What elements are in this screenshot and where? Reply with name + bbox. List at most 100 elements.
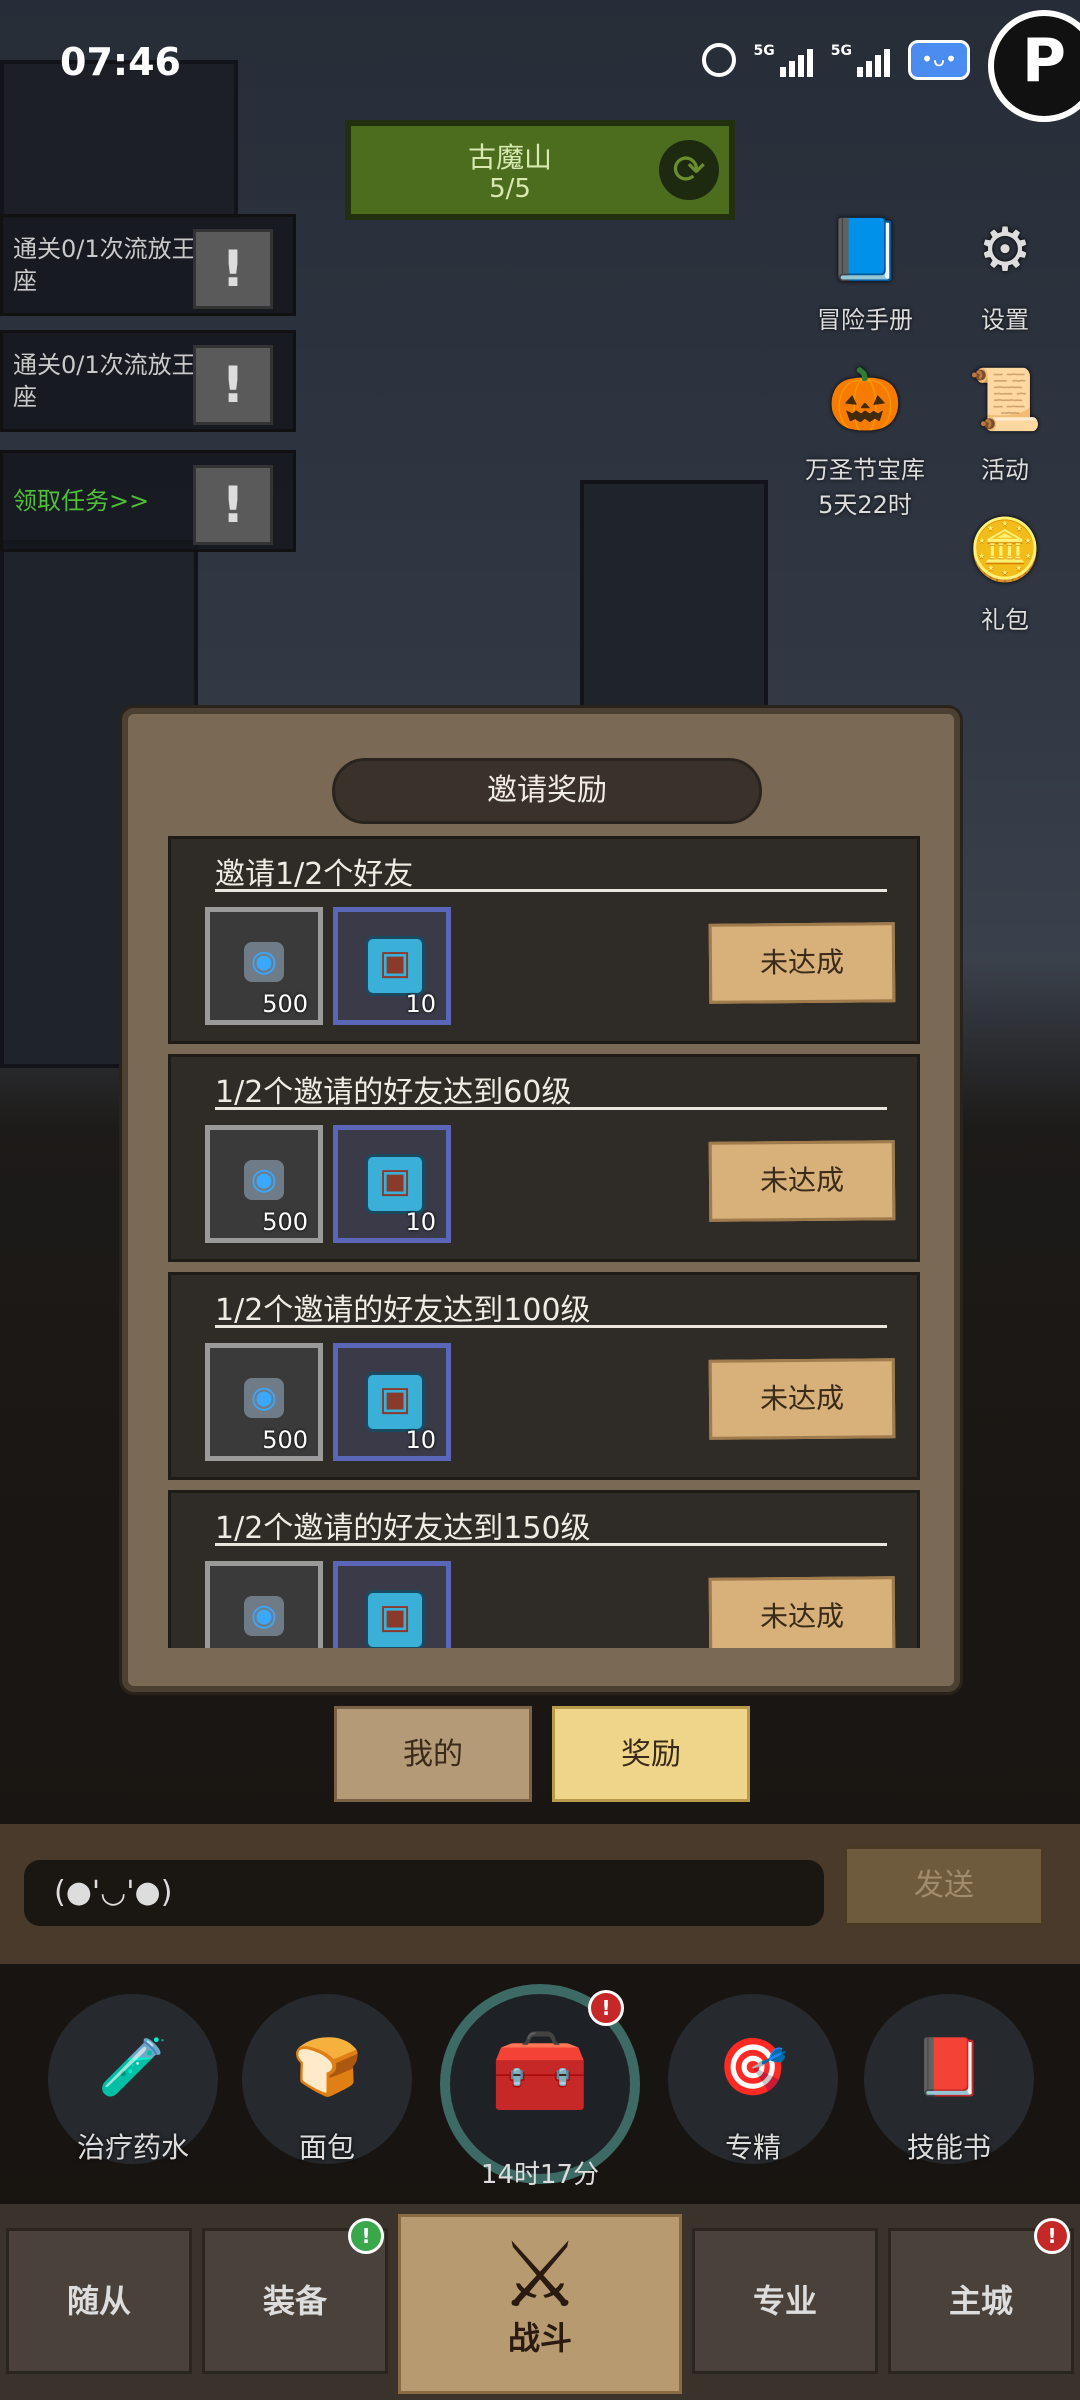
bread-button[interactable]: 🍞 面包 [242, 1994, 412, 2164]
claim-button[interactable]: 未达成 [708, 922, 896, 1004]
tab-rewards[interactable]: 奖励 [552, 1706, 750, 1802]
signal-icon: 5G [754, 43, 813, 77]
adventure-manual-button[interactable]: 📘 冒险手册 [800, 200, 930, 335]
reward-item[interactable]: ◉ [205, 1561, 323, 1648]
quest-text: 通关0/1次流放王座 [13, 235, 196, 295]
chat-input[interactable]: (●'◡'●) [24, 1860, 824, 1926]
nav-battle[interactable]: ⚔ 战斗 [398, 2214, 682, 2394]
quick-label: 治疗药水 [76, 2131, 189, 2164]
skill-book-button[interactable]: 📕 技能书 [864, 1994, 1034, 2164]
exclamation-icon: ! [193, 465, 273, 545]
quick-label: 技能书 [906, 2131, 991, 2164]
reward-condition: 1/2个邀请的好友达到100级 [215, 1293, 591, 1328]
reward-item[interactable]: ▣ 10 [333, 907, 451, 1025]
reward-list[interactable]: 邀请1/2个好友 ◉ 500 ▣ 10 未达成 1/2个邀请的好友达到60级 ◉ 50… [168, 836, 920, 1648]
reward-row: 1/2个邀请的好友达到60级 ◉ 500 ▣ 10 未达成 [168, 1054, 920, 1262]
item-quantity: 10 [405, 1426, 436, 1454]
claim-button[interactable]: 未达成 [708, 1140, 896, 1222]
quest-item[interactable]: 通关0/1次流放王座 ! [0, 214, 296, 316]
menu-sublabel: 5天22时 [818, 491, 912, 519]
quick-label: 面包 [298, 2131, 355, 2164]
stone-icon: ◉ [244, 1160, 284, 1200]
stone-icon: ◉ [244, 1596, 284, 1636]
city-alert-badge: ! [1034, 2218, 1070, 2254]
invite-rewards-dialog: 邀请奖励 邀请1/2个好友 ◉ 500 ▣ 10 未达成 1/2个邀请的好友达到60… [122, 708, 960, 1692]
menu-label: 万圣节宝库 [805, 456, 925, 484]
gear-icon: ⚙ [978, 215, 1032, 285]
exclamation-icon: ! [193, 229, 273, 309]
target-icon: 🎯 [718, 2035, 788, 2100]
item-quantity: 500 [262, 1426, 308, 1454]
box-creature-icon: ▣ [365, 936, 425, 996]
stone-icon: ◉ [244, 942, 284, 982]
quick-label: 专精 [724, 2131, 781, 2164]
book-icon: 📘 [827, 215, 903, 285]
halloween-vault-button[interactable]: 🎃 万圣节宝库 5天22时 [800, 350, 930, 520]
specialization-button[interactable]: 🎯 专精 [668, 1994, 838, 2164]
map-banner[interactable]: 古魔山 5/5 ⟳ [345, 120, 735, 220]
reward-item[interactable]: ◉ 500 [205, 907, 323, 1025]
send-button[interactable]: 发送 [844, 1846, 1044, 1926]
reward-row: 邀请1/2个好友 ◉ 500 ▣ 10 未达成 [168, 836, 920, 1044]
item-quantity: 500 [262, 990, 308, 1018]
quest-item[interactable]: 通关0/1次流放王座 ! [0, 330, 296, 432]
map-name: 古魔山 [467, 141, 552, 174]
reward-condition: 1/2个邀请的好友达到150级 [215, 1511, 591, 1546]
reward-item[interactable]: ▣ 10 [333, 1343, 451, 1461]
reward-condition: 邀请1/2个好友 [215, 857, 414, 892]
reward-item[interactable]: ▣ [333, 1561, 451, 1648]
item-quantity: 10 [405, 1208, 436, 1236]
divider [215, 889, 887, 892]
quest-item-claim[interactable]: 领取任务>> ! [0, 450, 296, 552]
scroll-icon: 📜 [967, 365, 1043, 435]
divider [215, 1107, 887, 1110]
alarm-icon [701, 43, 736, 77]
item-quantity: 500 [262, 1208, 308, 1236]
chest-timer: 14时17分 [480, 2160, 600, 2190]
bottom-nav: 随从 装备 ⚔ 战斗 专业 主城 [0, 2204, 1080, 2400]
pumpkin-icon: 🎃 [827, 365, 903, 435]
skillbook-icon: 📕 [914, 2035, 984, 2100]
menu-label: 活动 [981, 456, 1029, 484]
reward-row: 1/2个邀请的好友达到150级 ◉ ▣ 未达成 [168, 1490, 920, 1648]
reward-item[interactable]: ◉ 500 [205, 1343, 323, 1461]
claim-button[interactable]: 未达成 [708, 1358, 896, 1440]
potion-button[interactable]: 🧪 治疗药水 [48, 1994, 218, 2164]
item-quantity: 10 [405, 990, 436, 1018]
assistant-icon: •ᴗ• [908, 40, 970, 80]
potion-icon: 🧪 [98, 2035, 168, 2100]
chat-bar: (●'◡'●) 发送 [0, 1824, 1080, 1964]
reward-condition: 1/2个邀请的好友达到60级 [215, 1075, 572, 1110]
exclamation-icon: ! [193, 345, 273, 425]
tab-mine[interactable]: 我的 [334, 1706, 532, 1802]
bread-icon: 🍞 [292, 2035, 362, 2100]
switch-map-icon[interactable]: ⟳ [659, 140, 719, 200]
divider [215, 1543, 887, 1546]
signal-icon: 5G [831, 43, 890, 77]
stone-icon: ◉ [244, 1378, 284, 1418]
box-creature-icon: ▣ [365, 1372, 425, 1432]
equipment-alert-badge: ! [348, 2218, 384, 2254]
menu-label: 礼包 [981, 606, 1029, 634]
reward-row: 1/2个邀请的好友达到100级 ◉ 500 ▣ 10 未达成 [168, 1272, 920, 1480]
coin-icon: 🪙 [967, 515, 1043, 585]
settings-button[interactable]: ⚙ 设置 [940, 200, 1070, 335]
map-progress: 5/5 [489, 174, 531, 204]
gift-pack-button[interactable]: 🪙 礼包 [940, 500, 1070, 635]
quest-text: 领取任务>> [13, 487, 150, 515]
reward-item[interactable]: ◉ 500 [205, 1125, 323, 1243]
divider [215, 1325, 887, 1328]
clock: 07:46 [60, 40, 181, 84]
chest-alert-badge: ! [588, 1990, 624, 2026]
menu-label: 设置 [981, 306, 1029, 334]
nav-followers[interactable]: 随从 [6, 2228, 192, 2374]
reward-item[interactable]: ▣ 10 [333, 1125, 451, 1243]
nav-battle-label: 战斗 [507, 2319, 572, 2357]
floating-app-icon[interactable]: P [988, 10, 1080, 122]
quest-text: 通关0/1次流放王座 [13, 351, 196, 411]
status-bar: 07:46 5G 5G •ᴗ• P [0, 0, 1080, 122]
claim-button[interactable]: 未达成 [708, 1576, 896, 1648]
events-button[interactable]: 📜 活动 [940, 350, 1070, 485]
nav-specialty[interactable]: 专业 [692, 2228, 878, 2374]
box-creature-icon: ▣ [365, 1590, 425, 1648]
